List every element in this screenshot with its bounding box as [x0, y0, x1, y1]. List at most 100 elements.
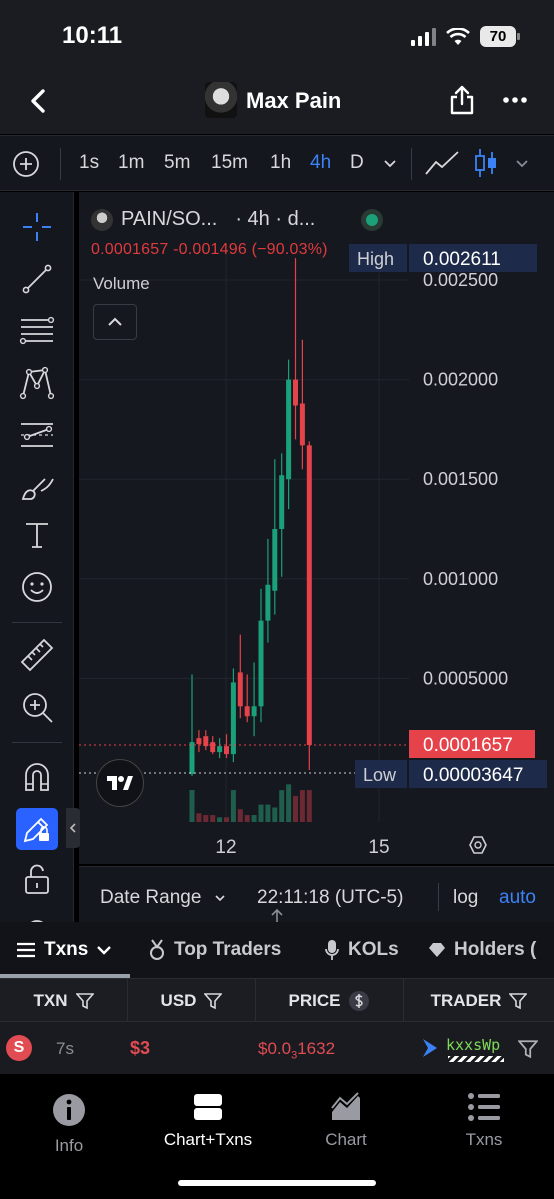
- table-row[interactable]: S 7s $3 $0.031632 kxxsWp: [0, 1022, 554, 1074]
- collapse-legend-button[interactable]: [93, 304, 137, 340]
- date-range-button[interactable]: Date Range: [100, 887, 227, 909]
- volume-bar: [244, 815, 250, 822]
- magnet-tool[interactable]: [18, 758, 56, 796]
- volume-bar: [299, 790, 305, 822]
- trader-address[interactable]: kxxsWp: [446, 1036, 500, 1054]
- add-indicator-icon[interactable]: [12, 150, 40, 178]
- interval-1m[interactable]: 1m: [118, 152, 144, 174]
- tab-holders-label: Holders (: [454, 939, 537, 960]
- divider: [12, 622, 62, 623]
- trend-line-tool[interactable]: [18, 260, 56, 298]
- candle-body: [306, 445, 312, 745]
- axis-settings-icon: [469, 836, 487, 854]
- unlock-icon: [25, 864, 49, 894]
- ruler-icon: [20, 638, 54, 672]
- interval-label: · 4h · d...: [235, 208, 316, 230]
- y-tick-label: 0.0005000: [423, 668, 508, 688]
- candle-body: [258, 620, 264, 707]
- brush-tool[interactable]: [18, 468, 56, 506]
- text-tool[interactable]: [18, 516, 56, 554]
- microphone-icon: [325, 940, 339, 960]
- interval-5m[interactable]: 5m: [164, 152, 190, 174]
- fib-retracement-tool[interactable]: [18, 312, 56, 350]
- currency-toggle-icon[interactable]: [348, 990, 370, 1012]
- nav-chart[interactable]: Chart: [286, 1092, 406, 1150]
- toolbar-toggle-button[interactable]: [66, 808, 80, 848]
- filter-icon[interactable]: [518, 1039, 538, 1059]
- token-icon: [91, 208, 113, 231]
- tab-top-traders[interactable]: Top Traders: [148, 939, 281, 961]
- candlestick-chart[interactable]: 0.002500 0.002000 0.001500 0.001000 0.000500…: [79, 192, 554, 864]
- line-chart-icon[interactable]: [424, 148, 460, 178]
- emoji-tool[interactable]: [18, 568, 56, 606]
- price-digits: 1632: [297, 1039, 336, 1058]
- crosshair-tool[interactable]: [18, 208, 56, 246]
- interval-4h[interactable]: 4h: [310, 152, 331, 174]
- tab-txns[interactable]: Txns: [16, 939, 112, 961]
- volume-bar: [258, 804, 264, 822]
- col-usd[interactable]: USD: [128, 979, 256, 1023]
- price-chart[interactable]: 0.002500 0.002000 0.001500 0.001000 0.000500…: [79, 192, 554, 864]
- nav-chart-txns-label: Chart+Txns: [163, 1130, 253, 1149]
- txn-age: 7s: [56, 1039, 74, 1058]
- smiley-icon: [22, 572, 52, 602]
- col-trader[interactable]: TRADER: [404, 979, 554, 1023]
- candle-body: [189, 742, 195, 775]
- candle-body: [299, 403, 305, 446]
- tab-top-traders-label: Top Traders: [174, 939, 282, 960]
- nav-chart-txns[interactable]: Chart+Txns: [148, 1092, 268, 1150]
- share-icon[interactable]: [448, 84, 476, 116]
- symbol-label: PAIN/SO...: [121, 208, 218, 230]
- filter-icon[interactable]: [75, 992, 94, 1010]
- interval-1s[interactable]: 1s: [79, 152, 99, 174]
- interval-15m[interactable]: 15m: [211, 152, 248, 174]
- filter-icon[interactable]: [509, 992, 528, 1010]
- divider: [438, 883, 439, 911]
- col-price-label: PRICE: [288, 991, 341, 1010]
- symbol-row[interactable]: PAIN/SO... · 4h · d...: [91, 208, 315, 231]
- sell-badge: S: [6, 1035, 32, 1061]
- ohlc-legend: 0.0001657 -0.001496 (−90.03%): [91, 241, 328, 258]
- nav-txns[interactable]: Txns: [424, 1092, 544, 1150]
- stay-in-drawing-mode-tool[interactable]: [16, 808, 58, 850]
- zoom-in-icon: [23, 693, 53, 723]
- interval-dropdown-icon[interactable]: [382, 158, 398, 170]
- forecast-tool[interactable]: [18, 416, 56, 454]
- fib-icon: [19, 316, 55, 345]
- pattern-tool[interactable]: [18, 364, 56, 402]
- chart-type-dropdown-icon[interactable]: [514, 158, 530, 170]
- interval-1h[interactable]: 1h: [270, 152, 291, 174]
- col-price[interactable]: PRICE: [256, 979, 404, 1023]
- log-scale-toggle[interactable]: log: [453, 887, 478, 909]
- interval-1d[interactable]: D: [350, 152, 364, 174]
- status-bar: 10:11 70: [0, 0, 554, 72]
- filter-icon[interactable]: [204, 992, 223, 1010]
- y-tick-label: 0.002500: [423, 270, 498, 290]
- low-value-tag: 0.00003647: [423, 765, 523, 786]
- auto-scale-toggle[interactable]: auto: [499, 887, 536, 909]
- visibility-tool[interactable]: [18, 908, 56, 922]
- home-indicator: [178, 1180, 376, 1186]
- high-label: High: [357, 249, 394, 269]
- more-icon[interactable]: [502, 92, 528, 108]
- chevron-up-icon: [108, 317, 122, 326]
- nav-chart-label: Chart: [325, 1130, 367, 1149]
- status-time: 10:11: [62, 22, 123, 49]
- drawing-toolbar: [0, 192, 74, 922]
- zoom-tool[interactable]: [18, 688, 56, 726]
- measure-tool[interactable]: [18, 636, 56, 674]
- lock-tool[interactable]: [18, 860, 56, 898]
- candles-icon[interactable]: [474, 146, 498, 180]
- back-icon[interactable]: [24, 86, 54, 116]
- nav-info[interactable]: Info: [9, 1092, 129, 1156]
- tab-kols[interactable]: KOLs: [324, 939, 399, 961]
- tab-holders[interactable]: Holders (: [428, 939, 536, 961]
- tradingview-logo[interactable]: [96, 759, 144, 807]
- interval-bar: 1s 1m 5m 15m 1h 4h D: [0, 135, 554, 191]
- clock-timezone[interactable]: 22:11:18 (UTC-5): [257, 887, 403, 909]
- chevron-left-icon: [69, 823, 76, 833]
- wifi-icon: [446, 27, 470, 45]
- col-txn[interactable]: TXN: [0, 979, 128, 1023]
- axis-settings-icon-center: [474, 841, 482, 849]
- volume-bar: [265, 804, 271, 822]
